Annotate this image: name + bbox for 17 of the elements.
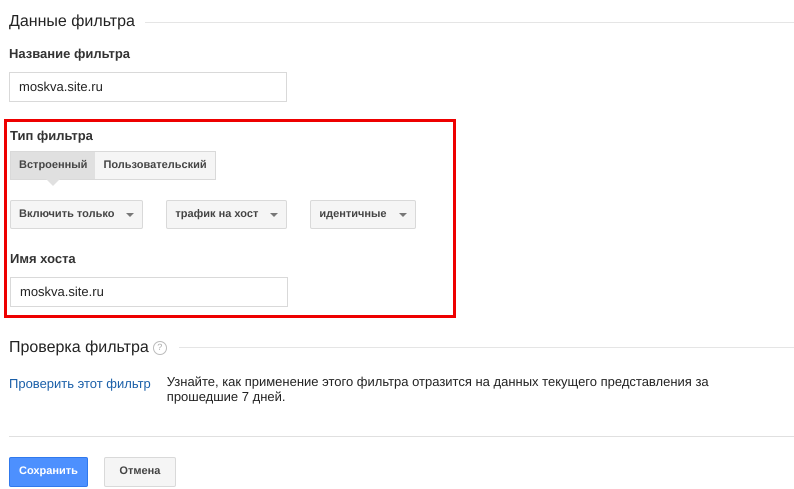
dropdown[interactable]: Включить только <box>10 200 144 229</box>
caret-icon <box>270 212 278 216</box>
dropdown[interactable]: трафик на хост <box>166 200 288 229</box>
description-text: Узнайте, как применение этого фильтра отразится на данных текущего представления за прошедшие 7 дней. <box>166 374 710 404</box>
section-title: Проверка фильтра <box>9 338 149 358</box>
caret-icon <box>126 212 134 216</box>
field-label: Название фильтра <box>9 45 130 63</box>
filter-type-tab[interactable]: Пользовательский <box>95 152 215 179</box>
cancel-button[interactable]: Отмена <box>104 456 176 486</box>
text-field[interactable]: moskva.site.ru <box>9 72 287 102</box>
field-label: Имя хоста <box>10 250 76 268</box>
section-title: Данные фильтра <box>9 12 135 32</box>
caret-icon <box>398 212 407 216</box>
text-field[interactable]: moskva.site.ru <box>10 276 288 306</box>
check-filter-link[interactable]: Проверить этот фильтр <box>9 374 151 404</box>
dropdown[interactable]: идентичные <box>310 200 416 229</box>
field-label: Тип фильтра <box>10 126 93 145</box>
